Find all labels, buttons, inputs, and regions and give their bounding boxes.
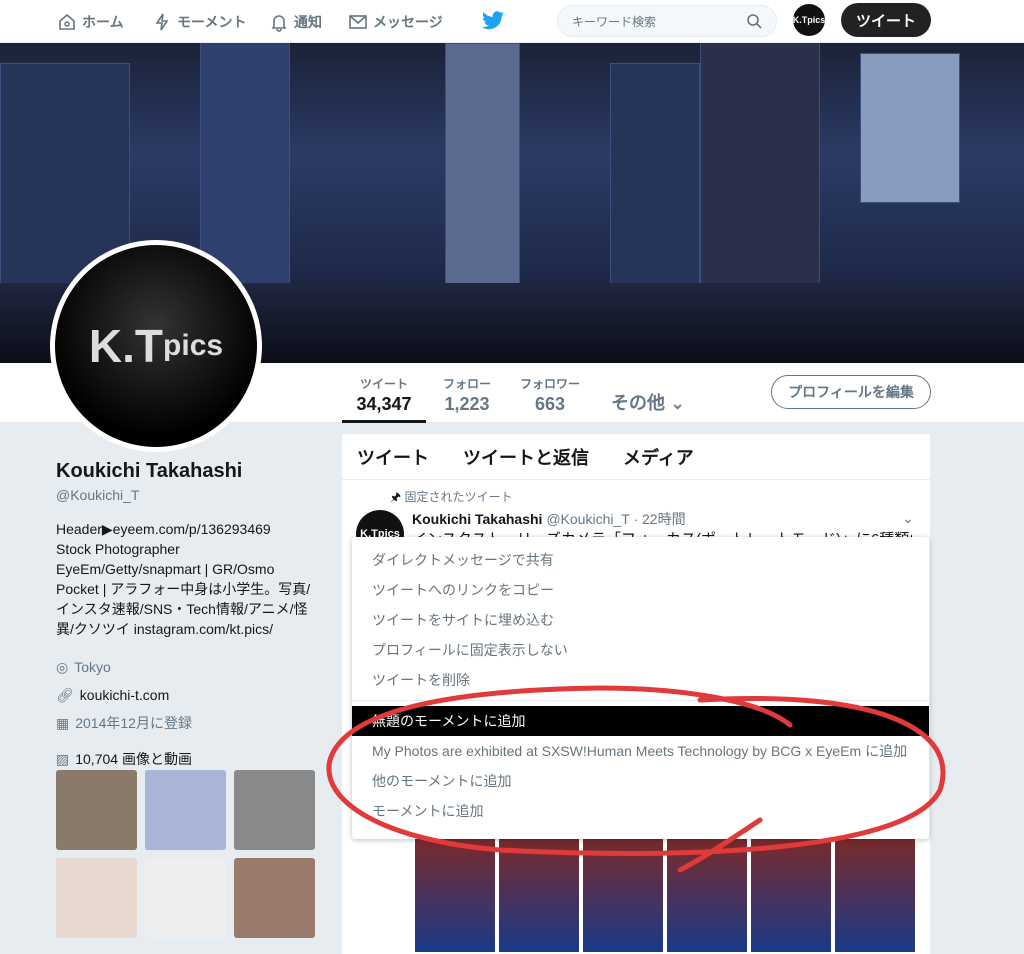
stat-followers[interactable]: フォロワー 663 bbox=[510, 375, 590, 415]
tweet-actions-menu: ダイレクトメッセージで共有 ツイートへのリンクをコピー ツイートをサイトに埋め込… bbox=[352, 537, 929, 839]
edit-profile-button[interactable]: プロフィールを編集 bbox=[771, 375, 931, 409]
media-thumbnail[interactable] bbox=[234, 770, 315, 850]
top-navigation: ホーム モーメント 通知 メッセージ キーワード検索 K.Tpics ツイート bbox=[0, 0, 1024, 43]
media-thumbnail[interactable] bbox=[234, 858, 315, 938]
bell-icon bbox=[271, 15, 287, 32]
menu-delete[interactable]: ツイートを削除 bbox=[352, 665, 929, 695]
pinned-label: 🖈︎ 固定されたツイート bbox=[390, 490, 513, 504]
tweet-button[interactable]: ツイート bbox=[841, 3, 931, 37]
stat-following[interactable]: フォロー 1,223 bbox=[432, 375, 502, 415]
search-icon[interactable] bbox=[746, 13, 762, 29]
tweet-media[interactable] bbox=[415, 839, 915, 952]
menu-unpin[interactable]: プロフィールに固定表示しない bbox=[352, 635, 929, 665]
search-input[interactable]: キーワード検索 bbox=[557, 5, 777, 37]
profile-website[interactable]: 🔗︎ koukichi-t.com bbox=[56, 686, 326, 704]
menu-add-moment[interactable]: モーメントに追加 bbox=[352, 796, 929, 826]
media-count-link[interactable]: ▨ 10,704 画像と動画 bbox=[56, 750, 326, 768]
envelope-icon bbox=[349, 15, 367, 29]
home-icon bbox=[59, 13, 75, 30]
menu-add-sxsw-moment[interactable]: My Photos are exhibited at SXSW!Human Me… bbox=[352, 736, 929, 766]
menu-add-other-moment[interactable]: 他のモーメントに追加 bbox=[352, 766, 929, 796]
nav-home[interactable]: ホーム bbox=[57, 12, 124, 32]
media-thumbnail[interactable] bbox=[145, 770, 226, 850]
more-dropdown[interactable]: その他 ⌄ bbox=[611, 389, 685, 415]
user-avatar-menu[interactable]: K.Tpics bbox=[793, 4, 825, 36]
menu-copy-link[interactable]: ツイートへのリンクをコピー bbox=[352, 575, 929, 605]
nav-moments[interactable]: モーメント bbox=[152, 12, 246, 32]
menu-add-untitled-moment[interactable]: 無題のモーメントに追加 bbox=[352, 706, 929, 736]
chevron-down-icon: ⌄ bbox=[670, 393, 686, 413]
lightning-icon bbox=[155, 13, 169, 31]
avatar[interactable]: K.T pics bbox=[50, 240, 262, 452]
nav-messages[interactable]: メッセージ bbox=[348, 12, 443, 32]
tweet-header: Koukichi Takahashi @Koukichi_T · 22時間 bbox=[412, 511, 686, 527]
profile-sidebar: Koukichi Takahashi @Koukichi_T Header▶ey… bbox=[56, 460, 326, 767]
media-thumbnail[interactable] bbox=[56, 770, 137, 850]
menu-embed[interactable]: ツイートをサイトに埋め込む bbox=[352, 605, 929, 635]
media-grid bbox=[56, 770, 315, 938]
tab-tweets-replies[interactable]: ツイートと返信 bbox=[463, 444, 589, 470]
twitter-bird-icon[interactable] bbox=[481, 10, 505, 32]
calendar-icon: ▦ bbox=[56, 714, 70, 731]
tab-tweets[interactable]: ツイート bbox=[357, 444, 429, 470]
chevron-down-icon[interactable]: ⌄ bbox=[902, 510, 914, 527]
profile-name[interactable]: Koukichi Takahashi bbox=[56, 460, 326, 483]
profile-location: ◎ Tokyo bbox=[56, 658, 111, 676]
nav-notifications[interactable]: 通知 bbox=[269, 12, 322, 32]
timeline-tabs: ツイート ツイートと返信 メディア bbox=[342, 434, 930, 480]
link-icon: 🔗︎ bbox=[56, 686, 74, 703]
pin-icon: 🖈︎ bbox=[390, 490, 402, 504]
media-thumbnail[interactable] bbox=[56, 858, 137, 938]
menu-divider bbox=[352, 700, 929, 701]
image-icon: ▨ bbox=[56, 750, 70, 767]
location-pin-icon: ◎ bbox=[56, 658, 69, 675]
tab-media[interactable]: メディア bbox=[623, 444, 694, 470]
profile-handle[interactable]: @Koukichi_T bbox=[56, 487, 326, 503]
stat-tweets[interactable]: ツイート 34,347 bbox=[342, 375, 426, 423]
profile-bio: Header▶eyeem.com/p/136293469 Stock Photog… bbox=[56, 521, 311, 637]
menu-share-dm[interactable]: ダイレクトメッセージで共有 bbox=[352, 545, 929, 575]
media-thumbnail[interactable] bbox=[145, 858, 226, 938]
profile-joined: ▦ 2014年12月に登録 bbox=[56, 714, 192, 732]
